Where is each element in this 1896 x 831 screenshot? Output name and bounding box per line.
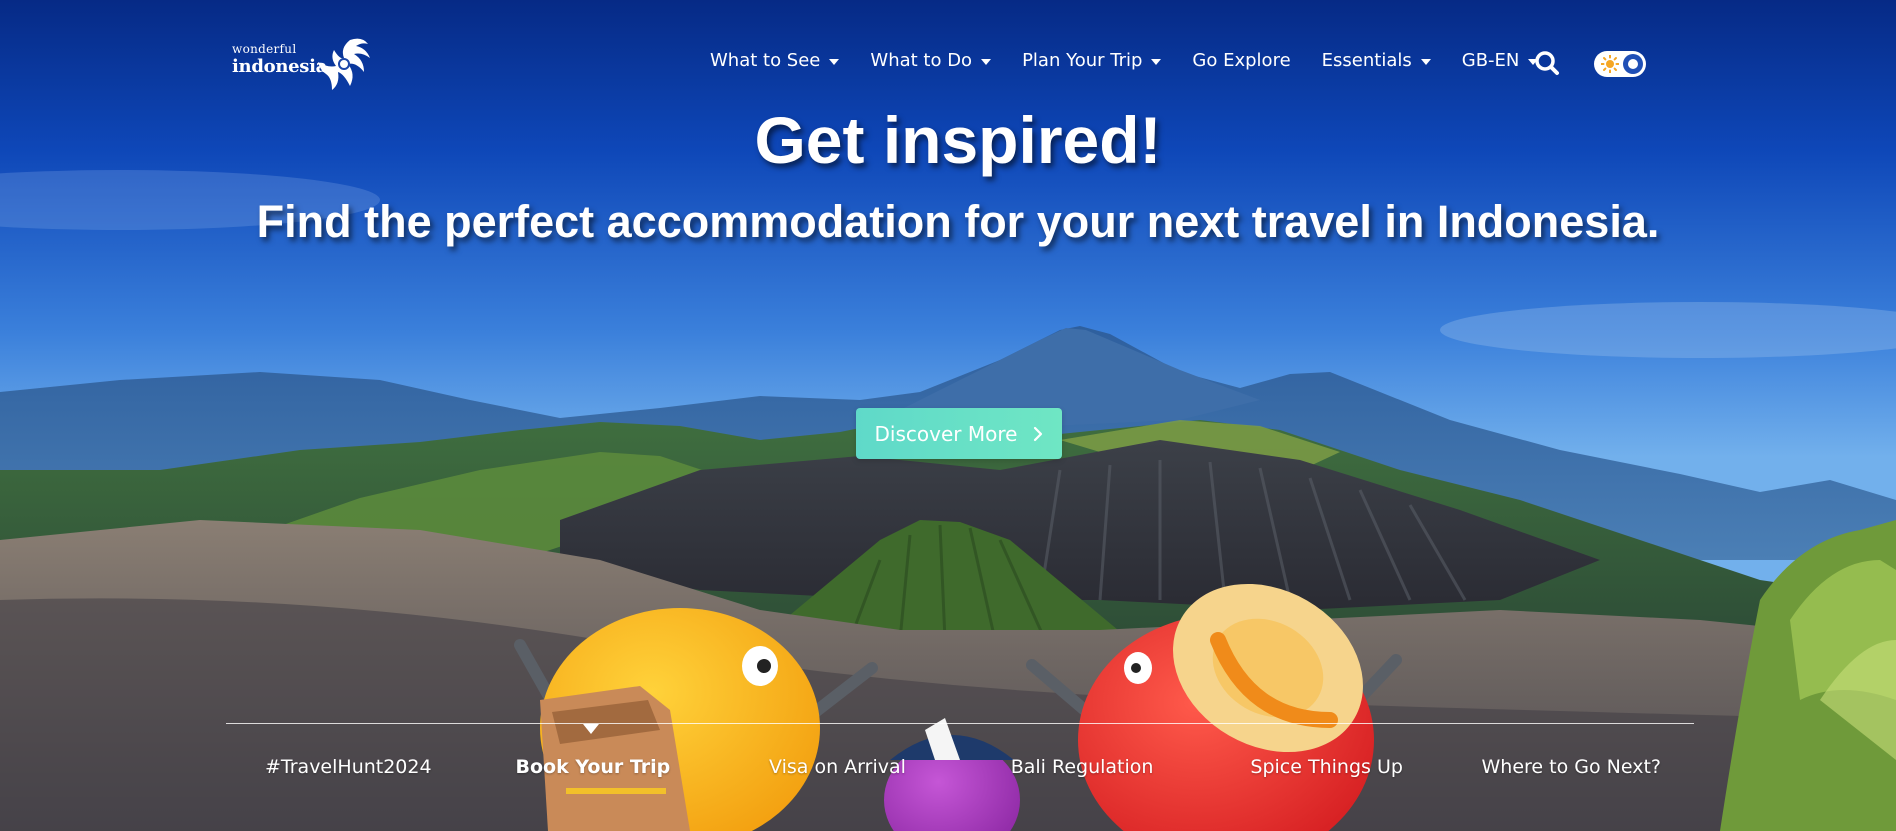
tab-travelhunt2024[interactable]: #TravelHunt2024	[226, 756, 471, 778]
caret-down-icon	[1420, 58, 1431, 65]
discover-more-button[interactable]: Discover More	[856, 408, 1062, 459]
menu-label: Essentials	[1321, 50, 1412, 71]
hero-title: Get inspired!	[754, 103, 1162, 177]
tabs-divider	[226, 723, 1694, 724]
toggle-knob	[1623, 54, 1643, 74]
menu-label: What to See	[710, 50, 821, 71]
language-selector[interactable]: GB-EN	[1462, 50, 1539, 71]
logo-text-small: wonderful	[232, 42, 297, 56]
main-menu: What to See What to Do Plan Your Trip Go…	[710, 50, 1569, 71]
language-label: GB-EN	[1461, 50, 1520, 71]
caret-down-icon	[829, 58, 840, 65]
search-icon[interactable]	[1534, 50, 1560, 76]
tab-book-your-trip[interactable]: Book Your Trip	[471, 756, 716, 778]
sun-icon	[1601, 55, 1619, 73]
wonderful-indonesia-logo[interactable]: wonderful indonesia	[232, 34, 374, 94]
menu-essentials[interactable]: Essentials	[1322, 50, 1431, 71]
menu-what-to-do[interactable]: What to Do	[870, 50, 992, 71]
menu-label: Plan Your Trip	[1022, 50, 1143, 71]
theme-toggle[interactable]	[1594, 51, 1646, 77]
menu-what-to-see[interactable]: What to See	[710, 50, 840, 71]
tab-where-to-go-next[interactable]: Where to Go Next?	[1449, 756, 1694, 778]
hero-section: wonderful indonesia What to See What to …	[0, 0, 1896, 831]
garuda-logo-icon	[318, 38, 370, 90]
menu-label: What to Do	[870, 50, 973, 71]
tab-bali-regulation[interactable]: Bali Regulation	[960, 756, 1205, 778]
caret-down-icon	[981, 58, 992, 65]
caret-down-icon	[1151, 58, 1162, 65]
tab-visa-on-arrival[interactable]: Visa on Arrival	[715, 756, 960, 778]
discover-more-label: Discover More	[874, 421, 1018, 446]
bottom-tabs: #TravelHunt2024 Book Your Trip Visa on A…	[226, 756, 1694, 778]
hero-subtitle: Find the perfect accommodation for your …	[256, 196, 1660, 247]
tab-spice-things-up[interactable]: Spice Things Up	[1204, 756, 1449, 778]
menu-label: Go Explore	[1192, 50, 1291, 71]
chevron-right-icon	[1034, 426, 1043, 441]
menu-plan-your-trip[interactable]: Plan Your Trip	[1022, 50, 1162, 71]
active-tab-indicator	[583, 724, 599, 734]
menu-go-explore[interactable]: Go Explore	[1192, 50, 1290, 71]
